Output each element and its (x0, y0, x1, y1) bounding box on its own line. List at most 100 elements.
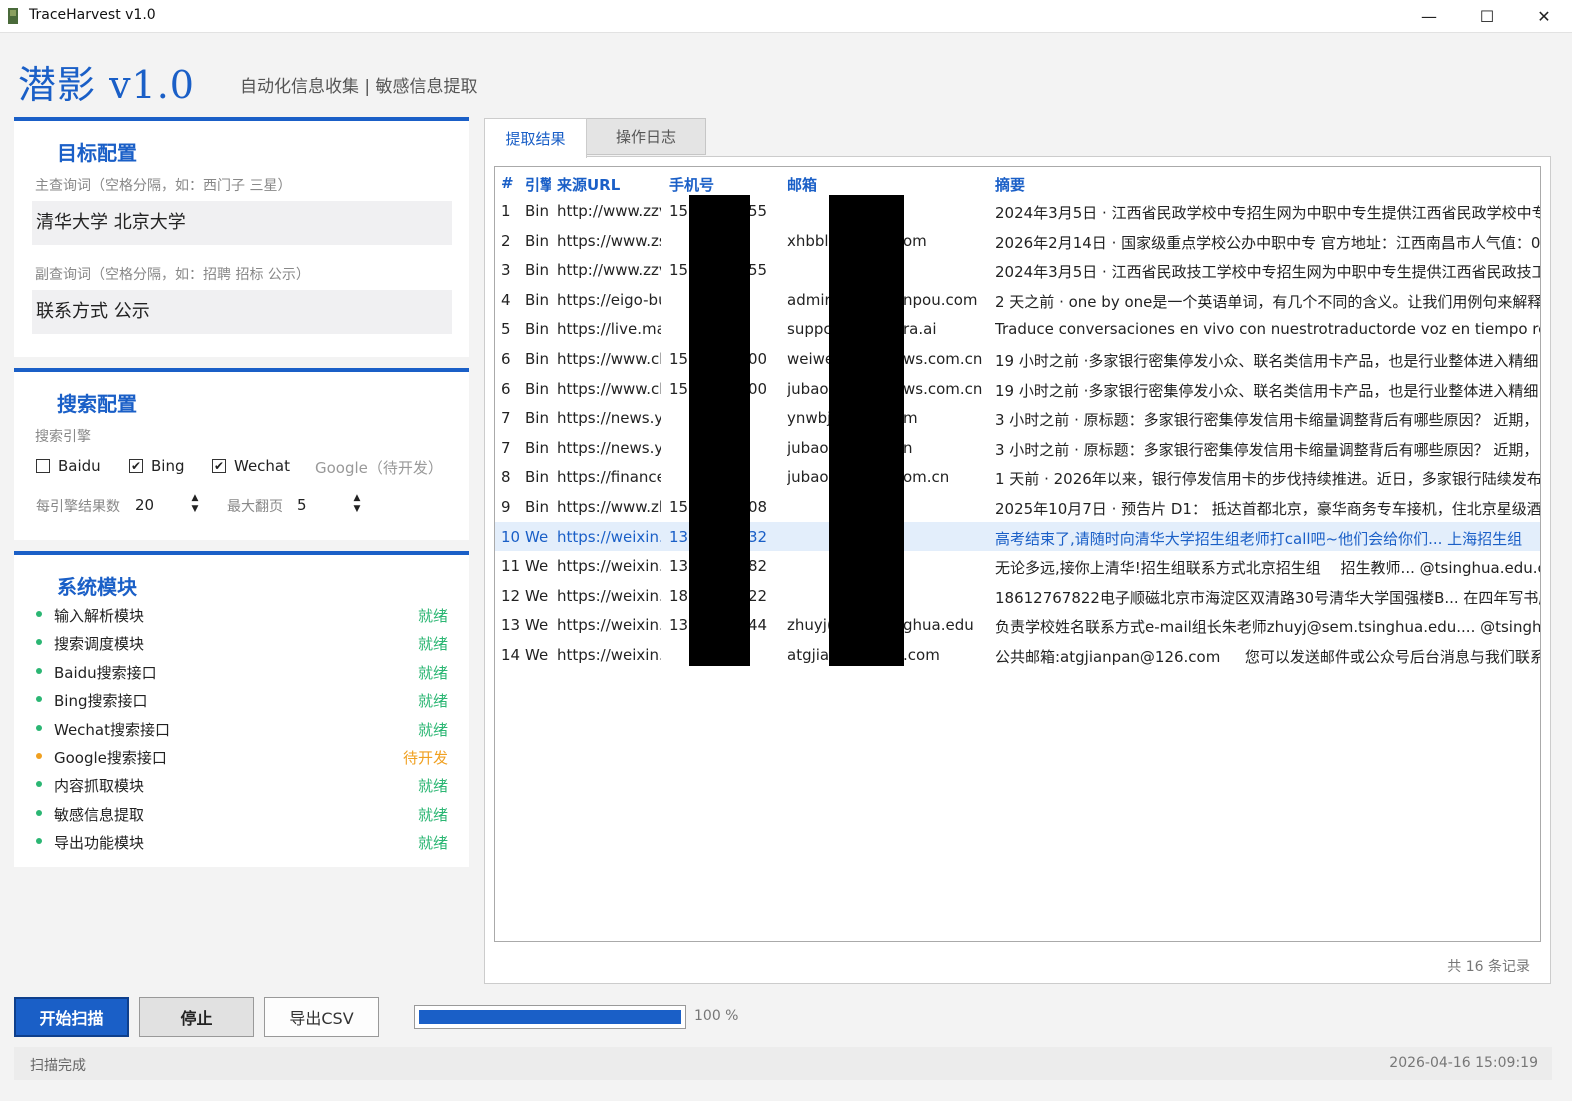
cell-engine: Bin (525, 438, 549, 457)
table-row[interactable]: 4 Bin https://eigo-bu admir npou.com 2 天之前 · … (495, 285, 1540, 315)
col-url-header[interactable]: 来源URL (557, 174, 620, 195)
col-index-header[interactable]: # (501, 174, 515, 192)
checkmark-icon[interactable]: ✔ (129, 459, 143, 473)
status-message: 扫描完成 (30, 1058, 86, 1074)
table-row[interactable]: 6 Bin https://www.ch 15 00 weiwe ws.com.cn 19 小… (495, 344, 1540, 374)
cell-url: http://www.zzv (557, 261, 661, 280)
table-row[interactable]: 9 Bin https://www.zh 15 08 2025年10月7日 · 预告片 D… (495, 492, 1540, 522)
start-scan-button[interactable]: 开始扫描 (14, 997, 129, 1037)
app-icon (8, 8, 18, 24)
tab-log[interactable]: 操作日志 (586, 118, 706, 155)
redaction-block-phone (689, 195, 750, 666)
cell-engine: We (525, 557, 549, 576)
table-row[interactable]: 6 Bin https://www.ch 15 00 jubao ws.com.cn 19 小… (495, 374, 1540, 404)
cell-index: 6 (501, 379, 511, 398)
cell-index: 1 (501, 202, 511, 220)
table-row[interactable]: 13 We https://weixin.s 13 44 zhuyj(ghua.edu 负责… (495, 610, 1540, 640)
status-dot-icon (36, 724, 42, 731)
engine-checkbox-wechat[interactable]: ✔ Wechat (212, 457, 290, 475)
cell-phone: 15 (669, 498, 689, 516)
engine-checkbox-baidu[interactable]: Baidu (36, 457, 101, 475)
checkmark-icon[interactable]: ✔ (212, 459, 226, 473)
status-dot-icon (36, 753, 42, 759)
engine-label-bing: Bing (151, 457, 185, 475)
cell-phone: 55 (748, 261, 768, 280)
spinner-arrows-icon[interactable]: ▲ ▼ (188, 493, 202, 517)
cell-engine: Bin (525, 202, 549, 220)
record-count: 共 16 条记录 (1447, 959, 1530, 975)
cell-email: ynwbj (787, 409, 829, 428)
module-status: 就绪 (417, 692, 448, 711)
cell-email: n (903, 438, 913, 457)
results-per-engine-spinner[interactable]: 20 ▲ ▼ (130, 492, 204, 518)
cell-url: https://eigo-bu (557, 290, 661, 309)
cell-phone: 22 (748, 586, 768, 605)
cell-email: ws.com.cn (903, 350, 983, 368)
main-query-input[interactable]: 清华大学 北京大学 (32, 201, 452, 245)
module-status: 就绪 (417, 607, 448, 625)
col-summary-header[interactable]: 摘要 (995, 174, 1025, 195)
engine-label-google: Google（待开发） (315, 459, 443, 477)
table-row[interactable]: 2 Bin https://www.zs xhbbl om 2026年2月14日 · 国家… (495, 226, 1540, 256)
table-row[interactable]: 11 We https://weixin.s 13 82 无论多远,接你上清华!招生组联系… (495, 551, 1540, 581)
table-row[interactable]: 7 Bin https://news.yu ynwbj m 3 小时之前 · 原标题：多家… (495, 403, 1540, 433)
sub-query-input[interactable]: 联系方式 公示 (32, 290, 452, 334)
cell-email: ghua.edu (903, 616, 974, 635)
max-pages-label: 最大翻页 (227, 499, 283, 515)
table-row[interactable]: 14 We https://weixin.s atgjia .com 公共邮箱:atgji… (495, 640, 1540, 670)
status-dot-icon (36, 611, 42, 617)
table-row[interactable]: 8 Bin https://finance jubao om.cn 1 天前 · 2026… (495, 462, 1540, 492)
status-dot-icon (36, 781, 42, 788)
results-per-engine-value: 20 (135, 496, 155, 514)
spinner-arrows-icon[interactable]: ▲ ▼ (350, 493, 364, 517)
close-button[interactable]: ✕ (1515, 0, 1572, 33)
cell-summary: 2024年3月5日 · 江西省民政技工学校中专招生网为中职中专生提供江西省民政技… (995, 263, 1540, 282)
cell-index: 6 (501, 350, 511, 368)
stop-button[interactable]: 停止 (139, 997, 254, 1037)
table-row[interactable]: 5 Bin https://live.ma suppc ra.ai Traduce con… (495, 314, 1540, 344)
engine-google-disabled: Google（待开发） (315, 457, 443, 478)
tab-results[interactable]: 提取结果 (484, 118, 587, 158)
redaction-block-email (829, 195, 904, 666)
engine-checkbox-bing[interactable]: ✔ Bing (129, 457, 185, 475)
module-status: 就绪 (417, 805, 448, 824)
cell-engine: Bin (525, 350, 549, 368)
table-row[interactable]: 3 Bin http://www.zzv 15 55 2024年3月5日 · 江西省民政技… (495, 255, 1540, 285)
cell-engine: Bin (525, 290, 549, 309)
max-pages-spinner[interactable]: 5 ▲ ▼ (292, 492, 366, 518)
cell-summary: 负责学校姓名联系方式e-mail组长朱老师zhuyj@sem.tsinghua.… (995, 618, 1540, 637)
progress-fill (419, 1010, 681, 1024)
maximize-icon: ☐ (1479, 7, 1495, 26)
status-timestamp: 2026-04-16 15:09:19 (1389, 1055, 1538, 1071)
cell-engine: Bin (525, 320, 549, 339)
maximize-button[interactable]: ☐ (1458, 0, 1516, 33)
cell-summary: 2026年2月14日 · 国家级重点学校公办中职中专 官方地址：江西南昌市人气值… (995, 233, 1540, 252)
module-name: 敏感信息提取 (54, 805, 145, 824)
cell-engine: Bin (525, 379, 549, 398)
table-row[interactable]: 12 We https://weixin.s 18 22 18612767822电子顺磁北… (495, 581, 1540, 611)
col-engine-header[interactable]: 引擎 (525, 174, 551, 195)
checkbox-box[interactable] (36, 459, 50, 473)
cell-index: 4 (501, 290, 511, 309)
cell-engine: Bin (525, 468, 549, 487)
export-csv-button[interactable]: 导出CSV (264, 997, 379, 1037)
minimize-button[interactable]: — (1400, 0, 1458, 33)
table-row[interactable]: 1 Bin http://www.zzv 15 55 2024年3月5日 · 江西省民政学… (495, 196, 1540, 226)
cell-summary: 3 小时之前 · 原标题：多家银行密集停发信用卡缩量调整背后有哪些原因？ 近期， (995, 411, 1539, 430)
module-name: 输入解析模块 (54, 607, 145, 625)
cell-summary: 18612767822电子顺磁北京市海淀区双清路30号清华大学国强楼B... 在… (995, 588, 1540, 607)
cell-phone: 55 (748, 202, 768, 220)
table-row[interactable]: 7 Bin https://news.yu jubao n 3 小时之前 · 原标题：多家… (495, 433, 1540, 463)
results-table[interactable]: # 引擎来源URL 手机号 邮箱 摘要 1 Bin http://www.zzv 15 55 20… (494, 166, 1541, 942)
cell-summary: 19 小时之前 ·多家银行密集停发小众、联名类信用卡产品，也是行业整体进入精细 (995, 381, 1539, 400)
col-phone-header[interactable]: 手机号 (669, 174, 714, 195)
col-email-header[interactable]: 邮箱 (787, 174, 817, 195)
cell-summary: 2025年10月7日 · 预告片 D1： 抵达首都北京，豪华商务专车接机，住北京… (995, 500, 1540, 518)
cell-url: https://www.ch (557, 350, 661, 368)
cell-url: https://news.yu (557, 409, 661, 428)
cell-email: npou.com (903, 290, 978, 309)
brand-subtitle: 自动化信息收集 | 敏感信息提取 (240, 77, 478, 97)
table-row[interactable]: 10 We https://weixin.s 13 32 高考结束了,请随时向清华大学招生… (495, 521, 1540, 552)
cell-engine: Bin (525, 261, 549, 280)
cell-summary: 19 小时之前 ·多家银行密集停发小众、联名类信用卡产品，也是行业整体进入精细 (995, 352, 1539, 370)
